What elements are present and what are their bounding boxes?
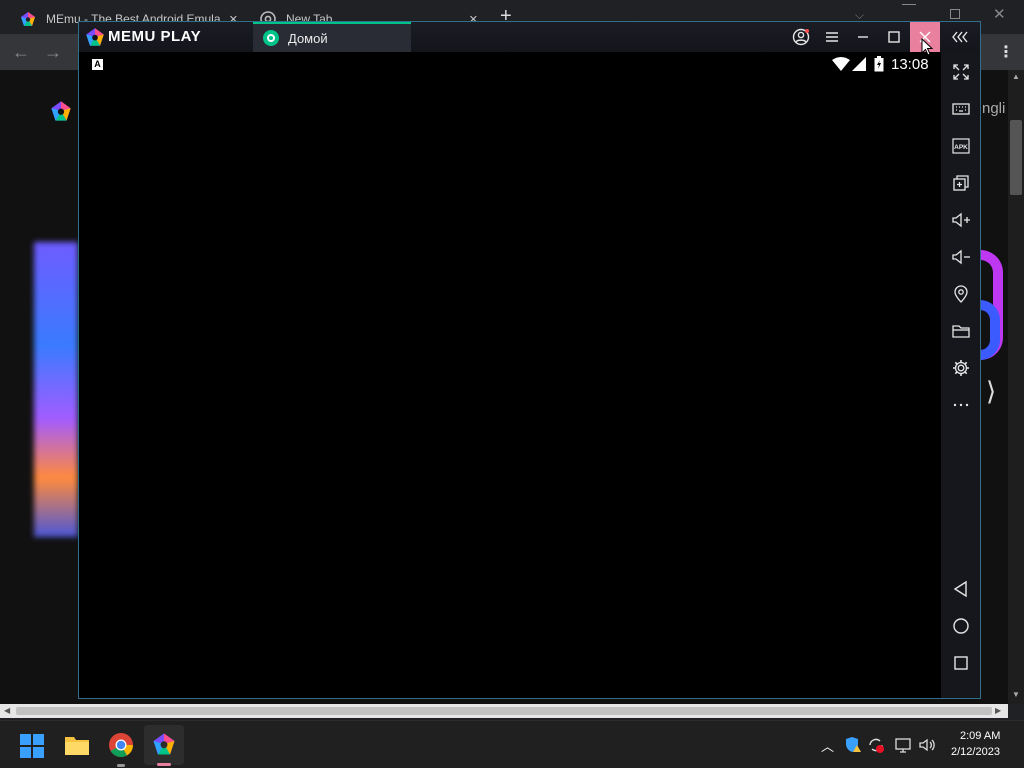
- memu-logo: MEMU PLAY: [108, 28, 202, 45]
- memu-taskbar-icon: [152, 732, 176, 761]
- network-icon[interactable]: [894, 736, 912, 759]
- site-logo-icon[interactable]: [50, 100, 72, 122]
- scroll-up-icon[interactable]: ▲: [1012, 72, 1020, 81]
- security-warning-icon[interactable]: [844, 736, 862, 759]
- account-icon[interactable]: [786, 22, 816, 52]
- keyboard-mapping-icon[interactable]: [951, 99, 971, 119]
- clock-date[interactable]: 2/12/2023: [951, 746, 1000, 758]
- scroll-down-icon[interactable]: ▼: [1012, 690, 1020, 699]
- mouse-cursor-icon: [921, 37, 934, 61]
- clock-time[interactable]: 2:09 AM: [960, 730, 1000, 742]
- memu-titlebar: MEMU PLAY Домой: [79, 22, 980, 52]
- scroll-right-icon[interactable]: ▶: [995, 706, 1001, 715]
- svg-text:APK: APK: [954, 144, 968, 151]
- collapse-sidebar-icon[interactable]: [945, 22, 975, 52]
- android-screen[interactable]: [79, 74, 941, 698]
- memu-minimize-icon[interactable]: [848, 22, 878, 52]
- hero-image: [34, 242, 78, 537]
- page-scrollbar-horizontal[interactable]: ◀ ▶: [0, 704, 1008, 718]
- memu-maximize-icon[interactable]: [879, 22, 909, 52]
- memu-logo-icon: [85, 27, 105, 47]
- memu-active-indicator: [157, 763, 171, 766]
- shared-folder-icon[interactable]: [951, 321, 971, 341]
- menu-icon[interactable]: [817, 22, 847, 52]
- browser-menu-icon[interactable]: ⋮: [998, 42, 1014, 62]
- volume-down-icon[interactable]: [951, 247, 971, 267]
- scroll-left-icon[interactable]: ◀: [4, 706, 10, 715]
- chrome-running-indicator: [117, 764, 125, 767]
- memu-window: MEMU PLAY Домой A 13:08 APK: [78, 21, 981, 699]
- scroll-thumb[interactable]: [1010, 120, 1022, 195]
- tray-overflow-chevron-icon[interactable]: ︿: [821, 736, 834, 755]
- home-app-icon: [263, 30, 279, 46]
- language-selector[interactable]: ngli: [982, 100, 1005, 117]
- location-icon[interactable]: [951, 284, 971, 304]
- fullscreen-icon[interactable]: [951, 62, 971, 82]
- window-restore-icon[interactable]: [950, 9, 960, 19]
- volume-up-icon[interactable]: [951, 210, 971, 230]
- window-minimize-icon[interactable]: [902, 4, 916, 5]
- multi-instance-icon[interactable]: [951, 173, 971, 193]
- carousel-next-icon[interactable]: ⟩: [986, 376, 996, 407]
- settings-gear-icon[interactable]: [951, 358, 971, 378]
- back-icon[interactable]: ←: [12, 42, 30, 63]
- apk-install-icon[interactable]: APK: [951, 136, 971, 156]
- page-scrollbar-vertical[interactable]: ▲ ▼: [1008, 70, 1024, 704]
- hscroll-thumb[interactable]: [16, 707, 992, 715]
- memu-tab-home[interactable]: Домой: [253, 22, 411, 52]
- memu-tab-label: Домой: [288, 30, 328, 46]
- memu-favicon-icon: [20, 11, 36, 27]
- more-options-icon[interactable]: [951, 395, 971, 415]
- android-recents-icon[interactable]: [951, 653, 971, 673]
- chrome-taskbar-icon[interactable]: [108, 732, 134, 763]
- keyboard-indicator-badge: A: [92, 59, 103, 70]
- android-home-icon[interactable]: [951, 616, 971, 636]
- sync-icon[interactable]: [867, 736, 885, 759]
- forward-icon[interactable]: →: [44, 42, 62, 63]
- android-back-icon[interactable]: [951, 579, 971, 599]
- window-close-icon[interactable]: ✕: [993, 5, 1006, 23]
- file-explorer-icon[interactable]: [64, 734, 90, 761]
- volume-icon[interactable]: [918, 736, 936, 759]
- windows-start-icon[interactable]: [20, 734, 44, 763]
- windows-taskbar: ︿ 2:09 AM 2/12/2023: [0, 720, 1024, 768]
